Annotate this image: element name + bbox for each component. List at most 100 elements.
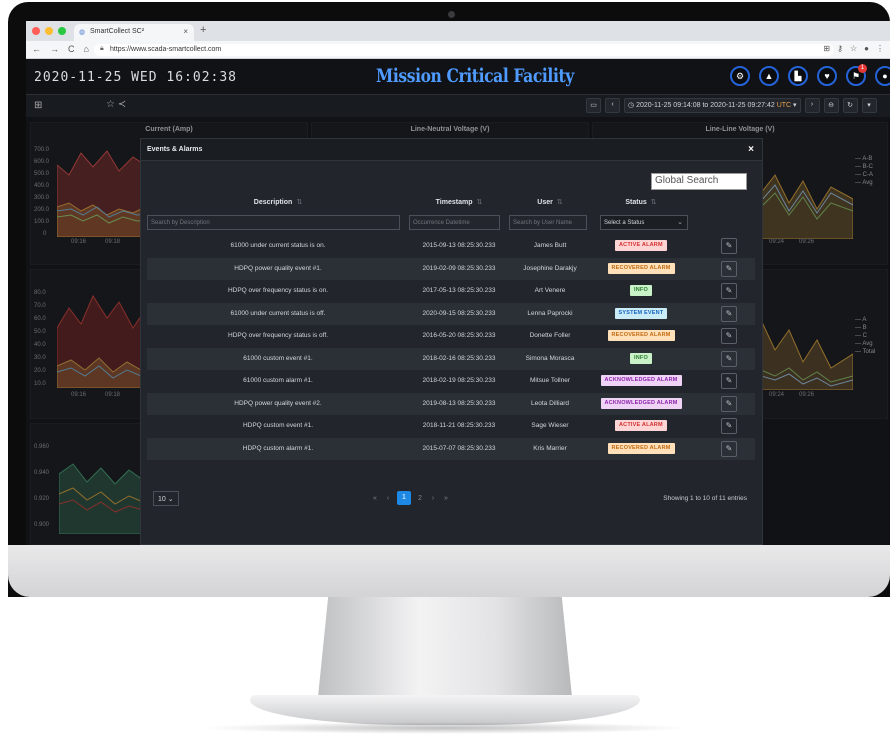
monitor-stand-neck [318,597,572,697]
description-cell: HDPQ custom alarm #1. [242,444,314,452]
prev-page-button[interactable]: ‹ [384,495,392,502]
table-header: Description ⇅ Timestamp ⇅ User ⇅ Status ⇅ [147,193,755,211]
status-filter-select[interactable]: Select a Status ⌄ [600,215,688,230]
timestamp-filter-input[interactable]: Occurrence Datetime [409,215,500,230]
global-search-input[interactable]: Global Search [651,173,747,190]
back-icon[interactable]: ← [32,44,41,54]
forward-icon[interactable]: → [50,44,59,54]
timezone-label: UTC [776,102,792,109]
status-badge: RECOVERED ALARM [607,262,675,274]
edit-icon[interactable]: ✎ [721,418,737,434]
edit-icon[interactable]: ✎ [721,328,737,344]
home-icon[interactable]: ⌂ [84,44,89,54]
dashboard-grid-icon[interactable]: ⊞ [34,100,42,111]
window-maximize-button[interactable] [58,27,66,35]
zoom-out-icon[interactable]: ⊖ [823,98,839,113]
url-field[interactable]: 🔒︎ https://www.scada-smartcollect.com [94,44,834,56]
reload-icon[interactable]: C [68,44,75,54]
time-back-icon[interactable]: ‹ [605,98,620,113]
table-row[interactable]: HDPQ over frequency status is on. 2017-05… [147,280,755,303]
description-cell: 61000 under current status is off. [230,309,326,317]
description-cell: HDPQ custom event #1. [242,422,314,429]
table-row[interactable]: HDPQ power quality event #1. 2019-02-09 0… [147,257,755,280]
key-icon[interactable]: ⚷ [837,44,843,53]
profile-icon[interactable]: ● [864,44,869,53]
status-cell: SYSTEM EVENT [591,303,691,325]
time-forward-icon[interactable]: › [804,98,820,113]
status-badge: INFO [630,352,652,364]
last-page-button[interactable]: » [442,495,450,502]
column-label: Timestamp [435,199,473,206]
column-label: User [537,199,553,206]
translate-icon[interactable]: ⊞ [823,44,830,53]
edit-icon[interactable]: ✎ [721,373,737,389]
table-row[interactable]: HDPQ custom alarm #1. 2015-07-07 08:25:30… [147,437,755,460]
edit-icon[interactable]: ✎ [721,260,737,277]
table-row[interactable]: 61000 custom alarm #1. 2018-02-19 08:25:3… [147,370,755,393]
column-header-timestamp[interactable]: Timestamp ⇅ [409,198,509,206]
browser-menu-icon[interactable]: ⋮ [876,44,884,53]
settings-icon[interactable]: ⚙ [730,66,750,86]
new-tab-button[interactable]: + [200,24,206,36]
edit-icon[interactable]: ✎ [721,440,737,457]
header-clock: 2020-11-25 WED 16:02:38 [34,70,238,85]
user-icon[interactable]: ● [875,66,890,86]
timestamp-cell: 2018-11-21 08:25:30.233 [422,422,496,429]
tv-mode-icon[interactable]: ▭ [586,98,601,113]
edit-icon[interactable]: ✎ [721,350,737,367]
status-badge: INFO [630,285,652,296]
page-size-select[interactable]: 10 ⌄ [153,491,179,506]
first-page-button[interactable]: « [371,495,379,502]
edit-icon[interactable]: ✎ [721,395,737,412]
column-header-status[interactable]: Status ⇅ [591,198,691,206]
modal-close-button[interactable]: × [748,144,754,155]
timestamp-cell: 2015-07-07 08:25:30.233 [422,444,496,452]
description-filter-input[interactable]: Search by Description [147,215,400,230]
page-button-2[interactable]: 2 [416,495,424,502]
table-row[interactable]: HDPQ custom event #1. 2018-11-21 08:25:30… [147,415,755,438]
star-share-icons[interactable]: ☆ ≺ [106,99,126,110]
user-cell: James Butt [533,242,567,249]
user-cell: Kris Marrier [533,444,567,452]
status-cell: RECOVERED ALARM [591,258,691,280]
events-alarms-modal: Events & Alarms × Global Search Descript… [140,138,763,545]
timestamp-cell: 2015-09-13 08:25:30.233 [422,242,496,249]
sort-icon: ⇅ [296,199,303,206]
lock-icon: 🔒︎ [100,45,104,52]
column-label: Status [625,199,647,206]
browser-tab[interactable]: ◍ SmartCollect SC² × [74,24,194,41]
table-row[interactable]: 61000 custom event #1. 2018-02-16 08:25:3… [147,347,755,370]
edit-icon[interactable]: ✎ [721,305,737,322]
refresh-interval-dropdown[interactable]: ▾ [861,98,877,113]
close-tab-icon[interactable]: × [183,27,188,36]
time-range-picker[interactable]: ◷ 2020-11-25 09:14:08 to 2020-11-25 09:2… [624,98,801,113]
description-cell: HDPQ over frequency status is off. [228,332,328,339]
status-badge: RECOVERED ALARM [607,442,675,454]
table-row[interactable]: HDPQ power quality event #2. 2019-08-13 0… [147,392,755,415]
table-row[interactable]: 61000 under current status is on. 2015-09… [147,235,755,258]
next-page-button[interactable]: › [429,495,437,502]
alarm-icon[interactable]: ⚑ 1 [846,64,867,86]
chevron-down-icon: ⌄ [677,219,683,226]
column-header-description[interactable]: Description ⇅ [147,198,409,206]
column-header-user[interactable]: User ⇅ [509,198,591,206]
up-icon[interactable]: ▲ [759,66,779,86]
status-cell: INFO [591,280,691,302]
edit-icon[interactable]: ✎ [721,238,737,254]
window-close-button[interactable] [32,27,40,35]
table-row[interactable]: 61000 under current status is off. 2020-0… [147,302,755,325]
timestamp-cell: 2019-08-13 08:25:30.233 [422,399,496,407]
status-cell: ACTIVE ALARM [591,235,691,257]
bookmark-star-icon[interactable]: ☆ [850,44,857,53]
factory-icon[interactable]: ▙ [788,66,808,86]
table-row[interactable]: HDPQ over frequency status is off. 2016-0… [147,325,755,348]
page-button-1[interactable]: 1 [397,491,411,505]
window-minimize-button[interactable] [45,27,53,35]
refresh-icon[interactable]: ↻ [842,98,858,113]
tab-title: SmartCollect SC² [90,28,145,35]
user-filter-input[interactable]: Search by User Name [509,215,587,230]
edit-icon[interactable]: ✎ [721,283,737,299]
timestamp-cell: 2017-05-13 08:25:30.233 [422,287,496,294]
status-select-value: Select a Status [604,220,645,226]
heart-icon[interactable]: ♥ [817,66,837,86]
